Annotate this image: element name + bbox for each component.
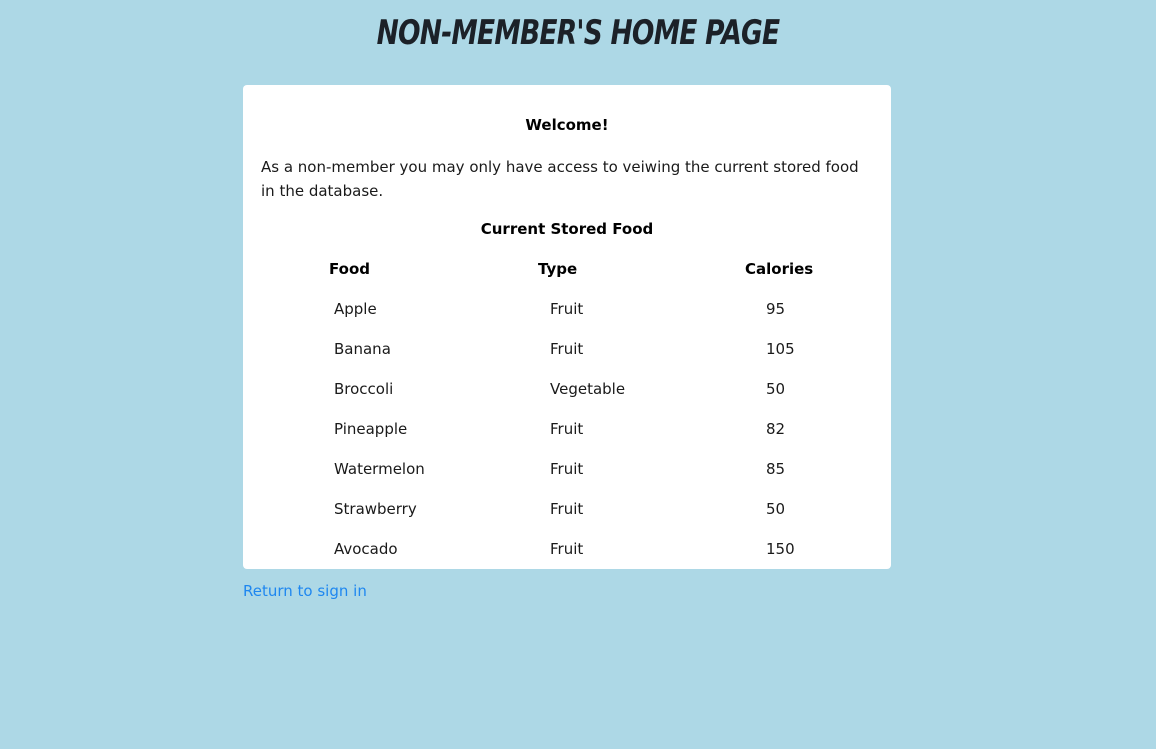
food-cell: Banana xyxy=(334,340,391,358)
table-row: Broccoli Vegetable 50 xyxy=(243,369,891,409)
column-header-food: Food xyxy=(329,260,370,278)
type-cell: Fruit xyxy=(550,420,584,438)
food-cell: Pineapple xyxy=(334,420,408,438)
type-cell: Fruit xyxy=(550,540,584,558)
table-title: Current Stored Food xyxy=(480,220,654,238)
type-cell: Fruit xyxy=(550,500,584,518)
type-cell: Vegetable xyxy=(550,380,626,398)
food-cell: Strawberry xyxy=(334,500,417,518)
food-cell: Apple xyxy=(334,300,377,318)
content-card: Welcome! As a non-member you may only ha… xyxy=(243,85,891,569)
food-cell: Broccoli xyxy=(334,380,394,398)
calories-cell: 105 xyxy=(766,340,795,358)
table-header-row: Food Type Calories xyxy=(243,249,891,289)
type-cell: Fruit xyxy=(550,340,584,358)
calories-cell: 82 xyxy=(766,420,786,438)
type-cell: Fruit xyxy=(550,460,584,478)
food-table: Food Type Calories Apple Fruit 95 Banana… xyxy=(243,249,891,569)
table-row: Watermelon Fruit 85 xyxy=(243,449,891,489)
table-row: Strawberry Fruit 50 xyxy=(243,489,891,529)
type-cell: Fruit xyxy=(550,300,584,318)
table-row: Avocado Fruit 150 xyxy=(243,529,891,569)
food-cell: Avocado xyxy=(334,540,398,558)
welcome-heading: Welcome! xyxy=(525,116,609,134)
table-row: Apple Fruit 95 xyxy=(243,289,891,329)
table-row: Pineapple Fruit 82 xyxy=(243,409,891,449)
column-header-type: Type xyxy=(538,260,578,278)
calories-cell: 95 xyxy=(766,300,786,318)
calories-cell: 50 xyxy=(766,500,786,518)
page-title: Non-Member's Home Page xyxy=(376,13,781,53)
return-to-sign-in-link[interactable]: Return to sign in xyxy=(243,581,367,601)
food-cell: Watermelon xyxy=(334,460,425,478)
intro-text: As a non-member you may only have access… xyxy=(261,158,859,200)
column-header-calories: Calories xyxy=(745,260,814,278)
calories-cell: 85 xyxy=(766,460,786,478)
calories-cell: 150 xyxy=(766,540,795,558)
calories-cell: 50 xyxy=(766,380,786,398)
table-row: Banana Fruit 105 xyxy=(243,329,891,369)
